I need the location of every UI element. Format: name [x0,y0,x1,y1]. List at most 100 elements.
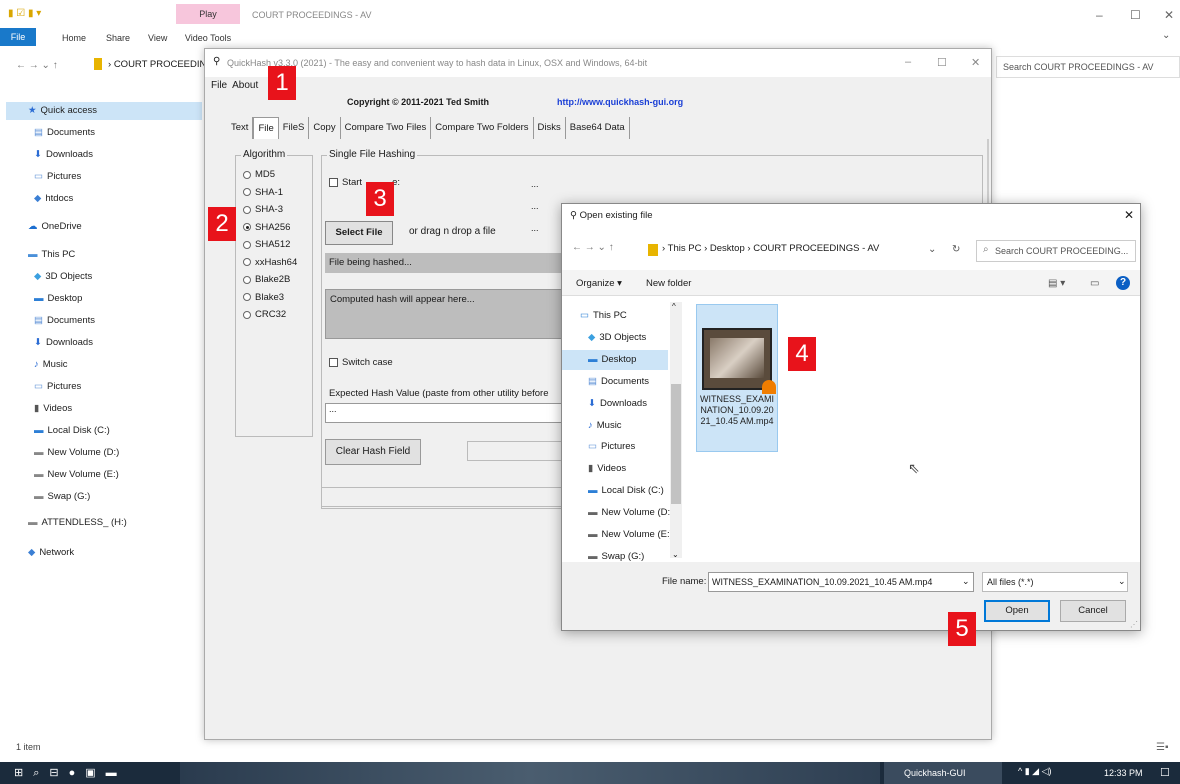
nav-item-19[interactable]: ◆ Network [28,544,74,562]
ribbon-tab-home[interactable]: Home [62,30,86,46]
dialog-nav-item-2[interactable]: ▬ Desktop [588,350,636,370]
dialog-nav-item-10[interactable]: ▬ New Volume (E:) [588,525,673,545]
qh-maximize-icon[interactable]: ☐ [937,56,947,69]
ribbon-tab-file[interactable]: File [0,28,36,46]
nav-item-16[interactable]: ▬ New Volume (E:) [34,466,119,484]
organize-button[interactable]: Organize ▾ [576,278,622,289]
algo-radio-crc32[interactable]: CRC32 [243,309,286,320]
select-file-button[interactable]: Select File [325,221,393,245]
dialog-breadcrumb[interactable]: › This PC › Desktop › COURT PROCEEDINGS … [662,238,962,260]
dialog-nav-item-8[interactable]: ▬ Local Disk (C:) [588,481,664,501]
radio-dot[interactable] [243,223,251,231]
radio-dot[interactable] [243,310,251,319]
explorer-search-input[interactable]: Search COURT PROCEEDINGS - AV [996,56,1180,78]
algo-radio-blake2b[interactable]: Blake2B [243,274,290,285]
qh-close-icon[interactable]: ✕ [971,56,980,69]
qh-minimize-icon[interactable]: – [905,56,911,68]
menu-file[interactable]: File [211,80,227,91]
crumb-this-pc[interactable]: This PC [668,243,702,254]
qh-tab-1[interactable]: File [253,117,279,139]
radio-dot[interactable] [243,205,251,214]
refresh-icon[interactable]: ↻ [952,244,960,255]
crumb-court[interactable]: COURT PROCEEDINGS - AV [753,243,879,254]
notifications-icon[interactable]: ☐ [1160,766,1170,779]
dialog-close-icon[interactable]: ✕ [1124,208,1134,222]
website-link[interactable]: http://www.quickhash-gui.org [557,97,683,107]
algo-radio-md5[interactable]: MD5 [243,169,275,180]
nav-item-3[interactable]: ▭ Pictures [34,168,81,186]
resize-grip-icon[interactable]: ⋰ [1130,620,1138,629]
algo-radio-sha-1[interactable]: SHA-1 [243,187,283,198]
radio-dot[interactable] [243,170,251,179]
qh-tab-5[interactable]: Compare Two Folders [431,117,534,139]
maximize-icon[interactable]: ☐ [1130,8,1141,22]
ribbon-tab-view[interactable]: View [148,30,167,46]
nav-item-12[interactable]: ▭ Pictures [34,378,81,396]
algo-radio-sha512[interactable]: SHA512 [243,239,290,250]
nav-item-7[interactable]: ◆ 3D Objects [34,268,92,286]
dialog-nav-item-3[interactable]: ▤ Documents [588,372,649,392]
radio-dot[interactable] [243,240,251,249]
radio-dot[interactable] [243,275,251,284]
start-checkbox-box[interactable] [329,178,338,187]
preview-pane-icon[interactable]: ▭ [1090,278,1099,289]
dialog-nav-item-4[interactable]: ⬇ Downloads [588,394,647,414]
nav-item-17[interactable]: ▬ Swap (G:) [34,488,90,506]
taskbar-pinned-icons[interactable]: ⊞⌕⊟●▣▬ [14,766,127,780]
nav-item-5[interactable]: ☁ OneDrive [28,218,82,236]
qh-tab-7[interactable]: Base64 Data [566,117,630,139]
nav-item-1[interactable]: ▤ Documents [34,124,95,142]
play-contextual-tab[interactable]: Play [176,4,240,24]
cancel-button[interactable]: Cancel [1060,600,1126,622]
taskbar-quickhash[interactable]: Quickhash-GUI [884,762,1002,784]
minimize-icon[interactable]: – [1096,8,1103,22]
qh-tab-3[interactable]: Copy [309,117,341,139]
nav-item-8[interactable]: ▬ Desktop [34,290,82,308]
nav-item-2[interactable]: ⬇ Downloads [34,146,93,164]
nav-scrollbar-thumb[interactable] [671,384,681,504]
dialog-nav-item-0[interactable]: ▭ This PC [580,306,627,326]
ribbon-expand-icon[interactable]: ⌄ [1162,30,1170,41]
crumb-desktop[interactable]: Desktop [710,243,745,254]
clear-hash-button[interactable]: Clear Hash Field [325,439,421,465]
nav-item-11[interactable]: ♪ Music [34,356,68,374]
close-icon[interactable]: ✕ [1164,8,1174,22]
qh-tab-0[interactable]: Text [227,117,254,139]
nav-item-13[interactable]: ▮ Videos [34,400,72,418]
scroll-up-icon[interactable]: ^ [672,302,676,311]
ribbon-tab-share[interactable]: Share [106,30,130,46]
file-name-dropdown-icon[interactable]: ⌄ [962,576,970,587]
help-icon[interactable]: ? [1116,276,1130,290]
dialog-nav-item-1[interactable]: ◆ 3D Objects [588,328,646,348]
file-type-select[interactable]: All files (*.*) [982,572,1128,592]
back-forward-icon[interactable]: ← → ⌄ ↑ [16,60,58,71]
dialog-nav-item-5[interactable]: ♪ Music [588,416,622,436]
radio-dot[interactable] [243,188,251,196]
nav-item-9[interactable]: ▤ Documents [34,312,95,330]
nav-item-15[interactable]: ▬ New Volume (D:) [34,444,119,462]
algo-radio-xxhash64[interactable]: xxHash64 [243,257,297,268]
nav-item-10[interactable]: ⬇ Downloads [34,334,93,352]
quick-access-toolbar-icon[interactable]: ▮ ☑ ▮ ▾ [8,8,41,19]
address-bar[interactable]: › COURT PROCEEDING [108,59,214,70]
switch-case-checkbox[interactable]: Switch case [329,357,393,368]
radio-dot[interactable] [243,258,251,266]
nav-item-0[interactable]: ★ Quick access [28,102,97,120]
dialog-nav-item-9[interactable]: ▬ New Volume (D: [588,503,670,523]
nav-item-18[interactable]: ▬ ATTENDLESS_ (H:) [28,514,127,532]
nav-item-4[interactable]: ◆ htdocs [34,190,73,208]
switch-case-box[interactable] [329,358,338,367]
view-details-icon[interactable]: ☰▪ [1156,742,1169,753]
open-button[interactable]: Open [984,600,1050,622]
nav-item-14[interactable]: ▬ Local Disk (C:) [34,422,110,440]
new-folder-button[interactable]: New folder [646,278,691,289]
file-name-input[interactable]: WITNESS_EXAMINATION_10.09.2021_10.45 AM.… [708,572,974,592]
dialog-nav-item-6[interactable]: ▭ Pictures [588,437,635,457]
dialog-nav-arrows-icon[interactable]: ← → ⌄ ↑ [572,242,614,253]
qh-tab-6[interactable]: Disks [534,117,566,139]
qh-tab-4[interactable]: Compare Two Files [341,117,432,139]
view-options-icon[interactable]: ▤ ▾ [1048,278,1065,289]
menu-about[interactable]: About [232,80,258,91]
radio-dot[interactable] [243,293,251,301]
algo-radio-sha256[interactable]: SHA256 [243,222,290,233]
